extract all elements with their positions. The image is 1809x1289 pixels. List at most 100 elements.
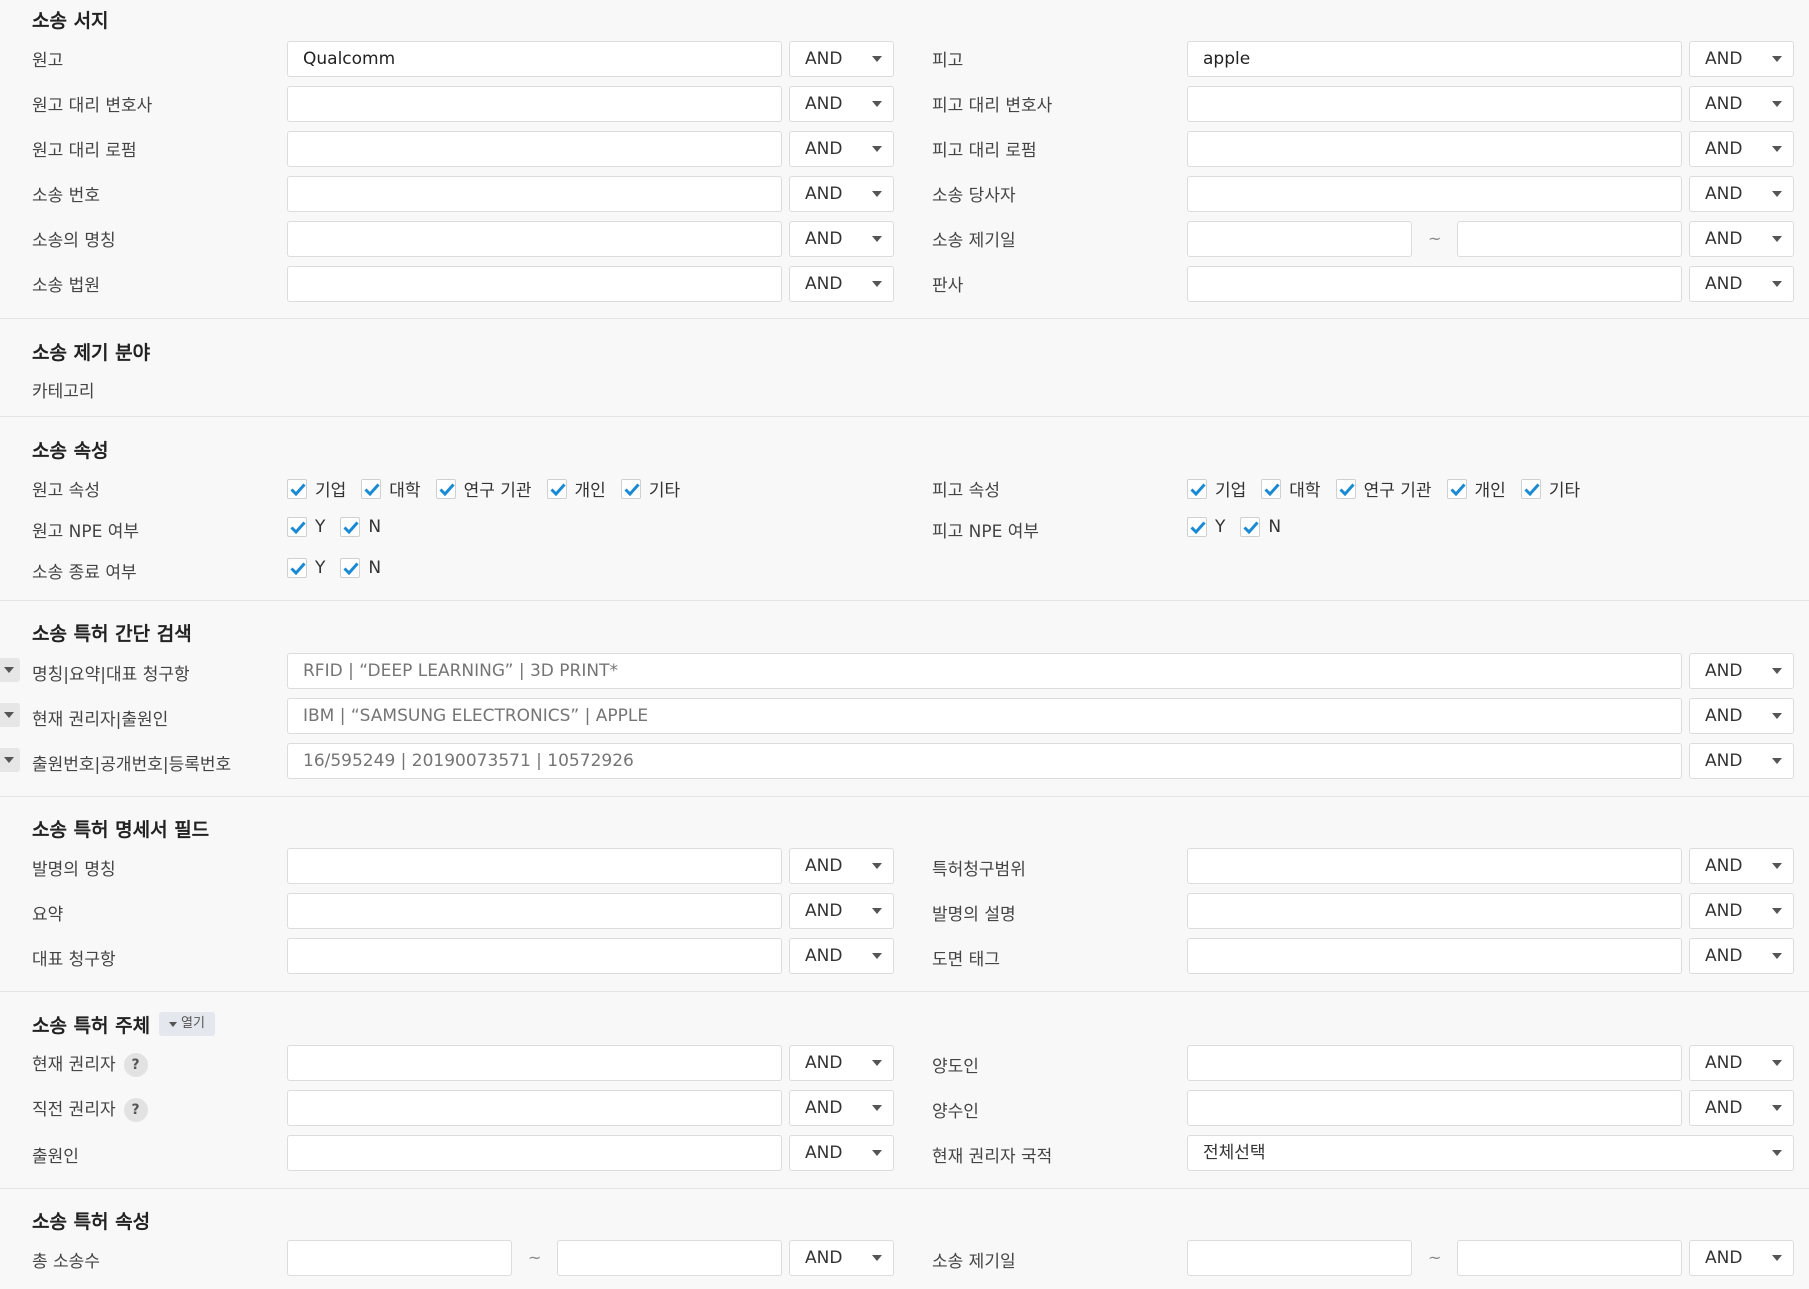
drawing-tag-op-select[interactable]: AND xyxy=(1689,938,1794,974)
checkbox-label: 기타 xyxy=(648,481,681,501)
previous-owner-input[interactable] xyxy=(287,1090,782,1126)
filing-date-op-select[interactable]: AND xyxy=(1689,221,1794,257)
help-icon[interactable]: ? xyxy=(123,1098,148,1122)
claims-op-select[interactable]: AND xyxy=(1689,848,1794,884)
plaintiff-attorney-input[interactable] xyxy=(287,86,782,122)
drawing-tag-input[interactable] xyxy=(1187,938,1682,974)
checkbox-plaintiff-research[interactable]: 연구 기관 xyxy=(435,476,532,501)
defendant-attorney-op-select[interactable]: AND xyxy=(1689,86,1794,122)
checkbox-label: 개인 xyxy=(1474,481,1506,501)
total-litigations-to-input[interactable] xyxy=(557,1240,782,1276)
chevron-down-icon xyxy=(1772,236,1782,242)
assignor-input[interactable] xyxy=(1187,1045,1682,1081)
court-op-select[interactable]: AND xyxy=(789,266,894,302)
plaintiff-input[interactable]: Qualcomm xyxy=(287,41,782,77)
case-name-op-select[interactable]: AND xyxy=(789,221,894,257)
check-icon xyxy=(340,517,361,537)
label-category: 카테고리 xyxy=(32,382,95,402)
title-abstract-claim-op-select[interactable]: AND xyxy=(1689,653,1794,689)
defendant-op-select[interactable]: AND xyxy=(1689,41,1794,77)
plaintiff-firm-op-select[interactable]: AND xyxy=(789,131,894,167)
label-invention-title: 발명의 명칭 xyxy=(32,860,116,880)
rep-claim-op-select[interactable]: AND xyxy=(789,938,894,974)
applicant-input[interactable] xyxy=(287,1135,782,1171)
label-plaintiff-attr: 원고 속성 xyxy=(32,481,100,501)
checkbox-plaintiff-company[interactable]: 기업 xyxy=(287,476,346,501)
defendant-firm-op-select[interactable]: AND xyxy=(1689,131,1794,167)
parties-input[interactable] xyxy=(1187,176,1682,212)
checkbox-defendant-individual[interactable]: 개인 xyxy=(1446,476,1506,501)
checkbox-defendant-company[interactable]: 기업 xyxy=(1187,476,1246,501)
invention-title-op-select[interactable]: AND xyxy=(789,848,894,884)
op-value: AND xyxy=(805,274,843,294)
assignee-input[interactable] xyxy=(1187,1090,1682,1126)
current-owner-input[interactable] xyxy=(287,1045,782,1081)
checkbox-defendant-npe-n[interactable]: N xyxy=(1240,517,1281,537)
chevron-down-icon xyxy=(872,191,882,197)
defendant-attorney-input[interactable] xyxy=(1187,86,1682,122)
rep-claim-input[interactable] xyxy=(287,938,782,974)
checkbox-ended-y[interactable]: Y xyxy=(287,558,325,578)
expand-toggle-icon[interactable] xyxy=(0,748,20,772)
abstract-input[interactable] xyxy=(287,893,782,929)
judge-op-select[interactable]: AND xyxy=(1689,266,1794,302)
expand-toggle-icon[interactable] xyxy=(0,703,20,727)
label-current-owner: 현재 권리자? xyxy=(32,1050,148,1077)
label-court: 소송 법원 xyxy=(32,276,100,296)
parties-op-select[interactable]: AND xyxy=(1689,176,1794,212)
invention-title-input[interactable] xyxy=(287,848,782,884)
description-input[interactable] xyxy=(1187,893,1682,929)
checkbox-defendant-npe-y[interactable]: Y xyxy=(1187,517,1225,537)
checkbox-plaintiff-npe-n[interactable]: N xyxy=(340,517,381,537)
app-pub-reg-number-input[interactable] xyxy=(287,743,1682,779)
case-number-input[interactable] xyxy=(287,176,782,212)
checkbox-defendant-research[interactable]: 연구 기관 xyxy=(1335,476,1432,501)
abstract-op-select[interactable]: AND xyxy=(789,893,894,929)
court-input[interactable] xyxy=(287,266,782,302)
open-toggle-button[interactable]: 열기 xyxy=(159,1012,215,1036)
checkbox-defendant-university[interactable]: 대학 xyxy=(1261,476,1321,501)
defendant-firm-input[interactable] xyxy=(1187,131,1682,167)
assignor-op-select[interactable]: AND xyxy=(1689,1045,1794,1081)
chevron-down-icon xyxy=(872,281,882,287)
current-owner-op-select[interactable]: AND xyxy=(789,1045,894,1081)
check-icon xyxy=(1240,517,1261,537)
checkbox-label: Y xyxy=(315,517,326,537)
checkbox-plaintiff-npe-y[interactable]: Y xyxy=(287,517,325,537)
applicant-op-select[interactable]: AND xyxy=(789,1135,894,1171)
total-litigations-op-select[interactable]: AND xyxy=(789,1240,894,1276)
owner-nationality-select[interactable]: 전체선택 xyxy=(1187,1135,1794,1171)
label-rep-claim: 대표 청구항 xyxy=(32,950,116,970)
patent-filing-date-to-input[interactable] xyxy=(1457,1240,1682,1276)
help-icon[interactable]: ? xyxy=(123,1053,148,1077)
case-name-input[interactable] xyxy=(287,221,782,257)
patent-filing-date-op-select[interactable]: AND xyxy=(1689,1240,1794,1276)
expand-toggle-icon[interactable] xyxy=(0,658,20,682)
judge-input[interactable] xyxy=(1187,266,1682,302)
checkbox-plaintiff-university[interactable]: 대학 xyxy=(361,476,421,501)
patent-filing-date-from-input[interactable] xyxy=(1187,1240,1412,1276)
defendant-attr-checkboxes: 기업 대학 연구 기관 개인 기타 xyxy=(1187,476,1595,501)
case-number-op-select[interactable]: AND xyxy=(789,176,894,212)
filing-date-from-input[interactable] xyxy=(1187,221,1412,257)
claims-input[interactable] xyxy=(1187,848,1682,884)
app-pub-reg-number-op-select[interactable]: AND xyxy=(1689,743,1794,779)
previous-owner-op-select[interactable]: AND xyxy=(789,1090,894,1126)
chevron-down-icon xyxy=(872,146,882,152)
checkbox-ended-n[interactable]: N xyxy=(340,558,381,578)
plaintiff-firm-input[interactable] xyxy=(287,131,782,167)
checkbox-plaintiff-other[interactable]: 기타 xyxy=(620,476,681,501)
title-abstract-claim-input[interactable] xyxy=(287,653,1682,689)
filing-date-to-input[interactable] xyxy=(1457,221,1682,257)
checkbox-plaintiff-individual[interactable]: 개인 xyxy=(546,476,606,501)
plaintiff-op-select[interactable]: AND xyxy=(789,41,894,77)
owner-applicant-op-select[interactable]: AND xyxy=(1689,698,1794,734)
assignee-op-select[interactable]: AND xyxy=(1689,1090,1794,1126)
total-litigations-from-input[interactable] xyxy=(287,1240,512,1276)
owner-applicant-input[interactable] xyxy=(287,698,1682,734)
defendant-input[interactable]: apple xyxy=(1187,41,1682,77)
checkbox-defendant-other[interactable]: 기타 xyxy=(1520,476,1580,501)
description-op-select[interactable]: AND xyxy=(1689,893,1794,929)
plaintiff-attorney-op-select[interactable]: AND xyxy=(789,86,894,122)
check-icon xyxy=(1520,478,1541,499)
